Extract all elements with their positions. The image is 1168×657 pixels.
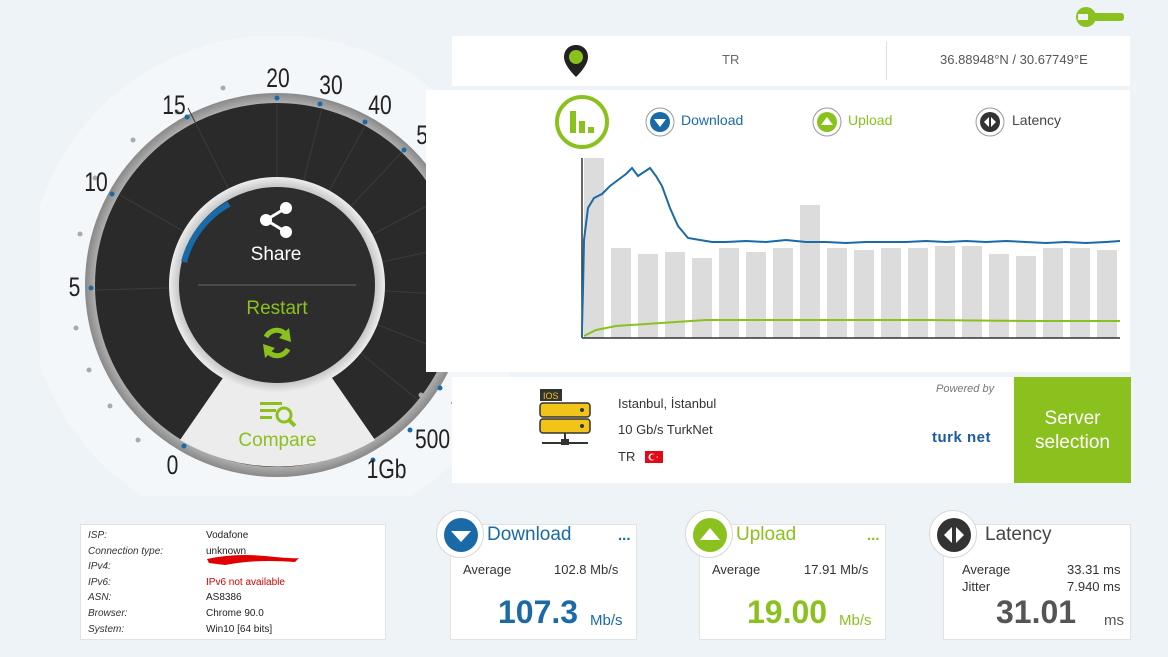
latency-unit: ms: [1104, 612, 1124, 629]
share-label: Share: [250, 244, 302, 265]
gauge-tick-label: 500: [414, 424, 451, 454]
info-row: Browser: Chrome 90.0: [88, 606, 378, 622]
server-badge: IOS: [543, 391, 559, 401]
location-coordinates: 36.88948°N / 30.67749°E: [940, 52, 1088, 67]
turkey-flag-icon: [645, 451, 663, 463]
speed-graph-panel: Download Upload Latency: [426, 90, 1130, 372]
gauge-tick-label: 10: [84, 167, 108, 197]
latency-jitter-label: Jitter: [962, 579, 991, 594]
info-row: IPv4:: [88, 555, 378, 575]
server-selection-label: Server selection: [1035, 408, 1110, 453]
latency-average-value: 33.31 ms: [1067, 562, 1121, 577]
latency-bars: [584, 158, 1117, 338]
gauge-tick-label: 15: [162, 90, 186, 120]
info-value: IPv6 not available: [206, 576, 285, 588]
download-title: Download: [487, 524, 572, 545]
info-key: Browser:: [88, 607, 128, 619]
compare-button[interactable]: Compare: [220, 398, 335, 458]
info-key: Connection type:: [88, 545, 164, 557]
gauge-tick-label: 20: [266, 63, 290, 93]
info-key: ISP:: [88, 530, 107, 541]
share-button[interactable]: Share: [226, 200, 326, 270]
download-arrow-icon: [444, 518, 478, 552]
server-city: Istanbul, İstanbul: [618, 396, 717, 411]
latency-badge: [929, 510, 977, 558]
gauge-tick-label: 30: [319, 70, 343, 100]
upload-more-button[interactable]: ...: [867, 527, 880, 544]
download-average-label: Average: [463, 562, 512, 577]
connection-info-box: ISP: Vodafone Connection type: unknown IPv…: [80, 524, 386, 640]
upload-speed-unit: Mb/s: [839, 612, 872, 629]
wrench-settings-icon[interactable]: [1074, 4, 1126, 30]
gauge-tick-label: 0: [166, 450, 179, 480]
latency-value: 31.01: [996, 594, 1077, 630]
share-icon: [260, 202, 292, 238]
upload-arrow-icon: [693, 518, 727, 552]
download-average-value: 102.8 Mb/s: [554, 562, 619, 577]
latency-icon: [937, 518, 971, 552]
upload-series-line: [583, 319, 1120, 337]
latency-jitter-value: 7.940 ms: [1067, 579, 1121, 594]
turknet-logo: turk net: [932, 429, 992, 446]
location-bar: TR 36.88948°N / 30.67749°E: [452, 36, 1130, 86]
map-pin-icon[interactable]: [563, 44, 589, 78]
gauge-tick-label: 40: [368, 90, 392, 120]
download-more-button[interactable]: ...: [618, 527, 631, 544]
server-isp: 10 Gb/s TurkNet: [618, 422, 713, 437]
info-row: ASN: AS8386: [88, 590, 378, 606]
info-key: IPv4:: [88, 561, 111, 573]
restart-label: Restart: [246, 298, 308, 319]
server-selection-button[interactable]: Server selection: [1014, 377, 1131, 483]
location-country: TR: [722, 52, 740, 67]
info-row: System: Win10 [64 bits]: [88, 622, 378, 638]
info-value: Chrome 90.0: [206, 607, 264, 619]
info-row: IPv6: IPv6 not available: [88, 575, 378, 591]
upload-title: Upload: [736, 524, 797, 545]
latency-title: Latency: [985, 524, 1052, 545]
info-key: IPv6:: [88, 576, 111, 588]
info-value: Win10 [64 bits]: [206, 623, 273, 635]
server-info-panel: IOS Istanbul, İstanbul 10 Gb/s TurkNet T…: [452, 377, 1014, 483]
gauge-tick-label: 1Gb: [366, 454, 407, 484]
latency-average-label: Average: [962, 562, 1011, 577]
upload-speed-value: 19.00: [747, 594, 828, 630]
server-icon: IOS: [539, 389, 591, 445]
server-country: TR: [618, 449, 636, 464]
download-speed-unit: Mb/s: [590, 612, 623, 629]
info-key: System:: [88, 623, 125, 635]
compare-label: Compare: [238, 430, 317, 451]
location-divider: [886, 42, 887, 80]
info-value: AS8386: [206, 592, 242, 604]
restart-button[interactable]: Restart: [222, 298, 332, 364]
redaction-scribble: [207, 555, 299, 566]
gauge-tick-label: 5: [68, 272, 81, 302]
compare-icon: [259, 402, 296, 428]
upload-badge: [685, 510, 733, 558]
refresh-icon: [263, 327, 291, 359]
upload-average-label: Average: [712, 562, 761, 577]
download-series-line: [581, 166, 1121, 339]
info-row: ISP: Vodafone: [88, 528, 378, 544]
download-speed-value: 107.3: [498, 594, 579, 630]
speed-history-chart: [581, 158, 1121, 339]
powered-by-label: Powered by: [936, 383, 995, 395]
upload-average-value: 17.91 Mb/s: [804, 562, 869, 577]
info-key: ASN:: [88, 592, 112, 604]
info-value: Vodafone: [206, 530, 249, 541]
download-badge: [436, 510, 484, 558]
